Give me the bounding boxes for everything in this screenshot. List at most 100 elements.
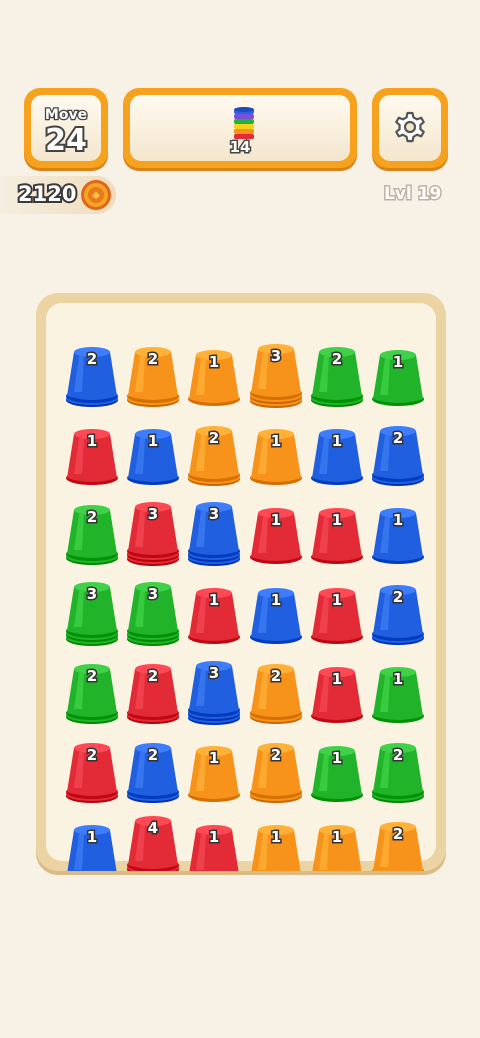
- cup-count: 3: [209, 664, 219, 682]
- cup-stack[interactable]: 1: [311, 667, 363, 723]
- goal-panel-inner: 14: [130, 95, 350, 161]
- cup-stack[interactable]: 3: [250, 344, 302, 408]
- cup-stack[interactable]: 1: [311, 508, 363, 564]
- cup-grid: 2 2 1 3 2 1 1 1 2 1 1 2 2 3 3 1 1 1 3 3 1 1 1 2 2 2 3 2 1 1 2 2 1 2 1 2 1 4 1 1…: [66, 344, 424, 871]
- move-counter-panel: Move 24: [31, 95, 101, 161]
- cup-count: 1: [332, 828, 342, 846]
- cup-count: 1: [209, 828, 219, 846]
- cup-count: 1: [393, 670, 403, 688]
- cup-stack[interactable]: 1: [188, 825, 240, 871]
- cup-count: 1: [271, 432, 281, 450]
- cup-count: 4: [148, 819, 158, 837]
- cup-stack[interactable]: 2: [372, 585, 424, 645]
- cup-count: 3: [148, 505, 158, 523]
- cup-count: 2: [148, 350, 158, 368]
- cup-count: 1: [87, 432, 97, 450]
- cup-count: 1: [393, 511, 403, 529]
- cup-count: 2: [87, 508, 97, 526]
- cup-count: 2: [209, 429, 219, 447]
- cup-count: 2: [393, 746, 403, 764]
- cup-count: 1: [332, 670, 342, 688]
- cup-stack[interactable]: 1: [311, 429, 363, 485]
- cup-stack[interactable]: 1: [372, 508, 424, 564]
- cup-stack[interactable]: 4: [127, 816, 179, 871]
- cup-stack[interactable]: 2: [188, 426, 240, 486]
- coin-value: 2120: [16, 180, 78, 208]
- cup-stack[interactable]: 1: [188, 588, 240, 644]
- move-counter: Move 24: [24, 88, 108, 168]
- cup-stack[interactable]: 3: [127, 582, 179, 646]
- level-label: Lvl 19: [382, 183, 442, 206]
- move-value: 24: [43, 121, 89, 160]
- cup-count: 2: [393, 588, 403, 606]
- cup-stack[interactable]: 1: [372, 350, 424, 406]
- cup-count: 2: [393, 825, 403, 843]
- cup-count: 2: [271, 667, 281, 685]
- cup-count: 2: [87, 350, 97, 368]
- cup-stack[interactable]: 2: [66, 505, 118, 565]
- cup-stack[interactable]: 2: [66, 664, 118, 724]
- cup-count: 1: [393, 353, 403, 371]
- coin-icon: [80, 179, 112, 215]
- coin-balance: 2120: [0, 176, 116, 214]
- cup-stack[interactable]: 2: [66, 743, 118, 803]
- cup-count: 1: [209, 353, 219, 371]
- cup-stack[interactable]: 1: [188, 350, 240, 406]
- cup-stack[interactable]: 3: [127, 502, 179, 566]
- cup-stack[interactable]: 3: [188, 661, 240, 725]
- cup-count: 1: [87, 828, 97, 846]
- cup-stack[interactable]: 2: [372, 822, 424, 871]
- move-label: Move: [44, 106, 89, 125]
- cup-stack[interactable]: 3: [188, 502, 240, 566]
- cup-stack[interactable]: 1: [311, 746, 363, 802]
- cup-stack[interactable]: 1: [372, 667, 424, 723]
- cup-count: 1: [271, 511, 281, 529]
- cup-count: 2: [148, 746, 158, 764]
- cup-count: 1: [148, 432, 158, 450]
- cup-stack[interactable]: 1: [127, 429, 179, 485]
- cup-count: 1: [332, 432, 342, 450]
- cup-stack[interactable]: 1: [250, 508, 302, 564]
- cup-stack[interactable]: 1: [66, 825, 118, 871]
- cup-stack[interactable]: 1: [311, 588, 363, 644]
- cup-stack[interactable]: 1: [250, 825, 302, 871]
- cup-count: 1: [332, 591, 342, 609]
- cup-count: 1: [332, 749, 342, 767]
- cup-count: 1: [332, 511, 342, 529]
- cup-count: 1: [271, 591, 281, 609]
- cup-count: 3: [148, 585, 158, 603]
- cup-stack[interactable]: 2: [127, 743, 179, 803]
- goal-panel: 14: [123, 88, 357, 168]
- cup-stack[interactable]: 2: [250, 743, 302, 803]
- cup-count: 2: [87, 667, 97, 685]
- cup-stack[interactable]: 2: [127, 347, 179, 407]
- cup-count: 3: [87, 585, 97, 603]
- cup-stack[interactable]: 2: [66, 347, 118, 407]
- cup-count: 2: [148, 667, 158, 685]
- cup-stack[interactable]: 1: [311, 825, 363, 871]
- settings-button-panel[interactable]: [379, 95, 441, 161]
- cup-stack[interactable]: 1: [250, 429, 302, 485]
- cup-stack[interactable]: 2: [250, 664, 302, 724]
- cup-stack[interactable]: 2: [311, 347, 363, 407]
- cup-count: 3: [271, 347, 281, 365]
- cup-count: 2: [332, 350, 342, 368]
- gear-icon[interactable]: [392, 109, 428, 149]
- cup-count: 2: [87, 746, 97, 764]
- cup-count: 2: [393, 429, 403, 447]
- cup-count: 1: [209, 591, 219, 609]
- cup-stack[interactable]: 1: [250, 588, 302, 644]
- cup-count: 1: [209, 749, 219, 767]
- cup-stack[interactable]: 1: [66, 429, 118, 485]
- game-board: 2 2 1 3 2 1 1 1 2 1 1 2 2 3 3 1 1 1 3 3 1 1 1 2 2 2 3 2 1 1 2 2 1 2 1 2 1 4 1 1…: [36, 293, 446, 871]
- cup-count: 1: [271, 828, 281, 846]
- cup-count: 3: [209, 505, 219, 523]
- cup-count: 2: [271, 746, 281, 764]
- cup-stack[interactable]: 2: [372, 426, 424, 486]
- cup-stack[interactable]: 2: [372, 743, 424, 803]
- cup-stack[interactable]: 2: [127, 664, 179, 724]
- cup-stack[interactable]: 1: [188, 746, 240, 802]
- cup-stack[interactable]: 3: [66, 582, 118, 646]
- goal-count: 14: [228, 137, 252, 158]
- settings-button[interactable]: [372, 88, 448, 168]
